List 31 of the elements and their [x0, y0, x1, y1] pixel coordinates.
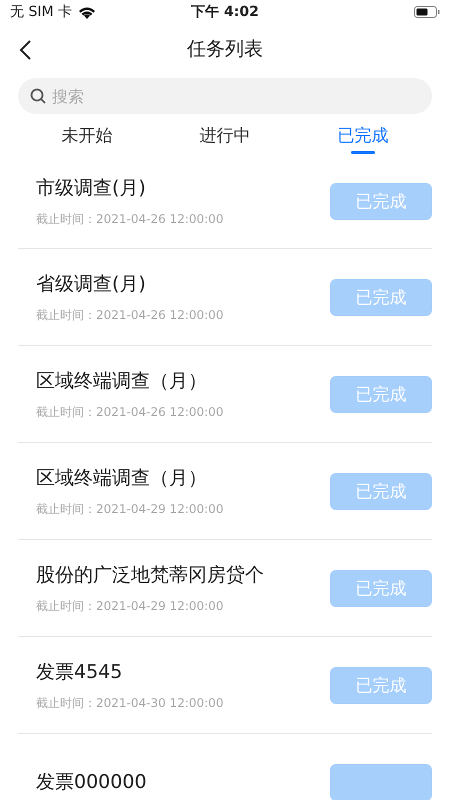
battery-icon	[414, 6, 440, 18]
task-title: 发票000000	[36, 770, 147, 795]
search-bar[interactable]: 搜索	[18, 78, 432, 114]
task-title: 区域终端调查（月）	[36, 466, 208, 490]
task-title: 股份的广泛地梵蒂冈房贷个	[36, 562, 264, 588]
carrier-label: 无 SIM 卡	[10, 3, 72, 21]
clock-time: 下午 4:02	[191, 3, 259, 21]
status-button[interactable]: 已完成	[330, 472, 432, 510]
back-icon[interactable]	[18, 39, 32, 61]
deadline-text: 截止时间：2021-04-29 12:00:00	[36, 598, 224, 614]
deadline-text: 截止时间：2021-04-29 12:00:00	[36, 500, 224, 518]
tab[interactable]: 未开始	[18, 120, 156, 154]
tab[interactable]: 进行中	[156, 120, 294, 154]
tab[interactable]: 已完成	[294, 120, 432, 154]
status-button[interactable]: 已完成	[330, 182, 432, 220]
deadline-text: 截止时间：2021-04-26 12:00:00	[36, 210, 224, 228]
task-title: 省级调查(月)	[36, 272, 147, 296]
task-title: 区域终端调查（月）	[36, 368, 208, 394]
status-button[interactable]: 已完成	[330, 570, 432, 606]
page-title: 任务列表	[187, 37, 263, 62]
search-icon	[30, 88, 46, 104]
deadline-text: 截止时间：2021-04-30 12:00:00	[36, 694, 224, 712]
deadline-text: 截止时间：2021-04-26 12:00:00	[36, 306, 224, 324]
deadline-text: 截止时间：2021-04-26 12:00:00	[36, 404, 224, 420]
task-title: 发票4545	[36, 660, 124, 684]
status-button[interactable]: 已完成	[330, 376, 432, 412]
status-button[interactable]: 已完成	[330, 666, 432, 704]
status-button[interactable]: 已完成	[330, 278, 432, 316]
task-title: 市级调查(月)	[36, 176, 147, 200]
search-field[interactable]: 搜索	[52, 86, 420, 106]
wifi-icon	[78, 6, 96, 18]
